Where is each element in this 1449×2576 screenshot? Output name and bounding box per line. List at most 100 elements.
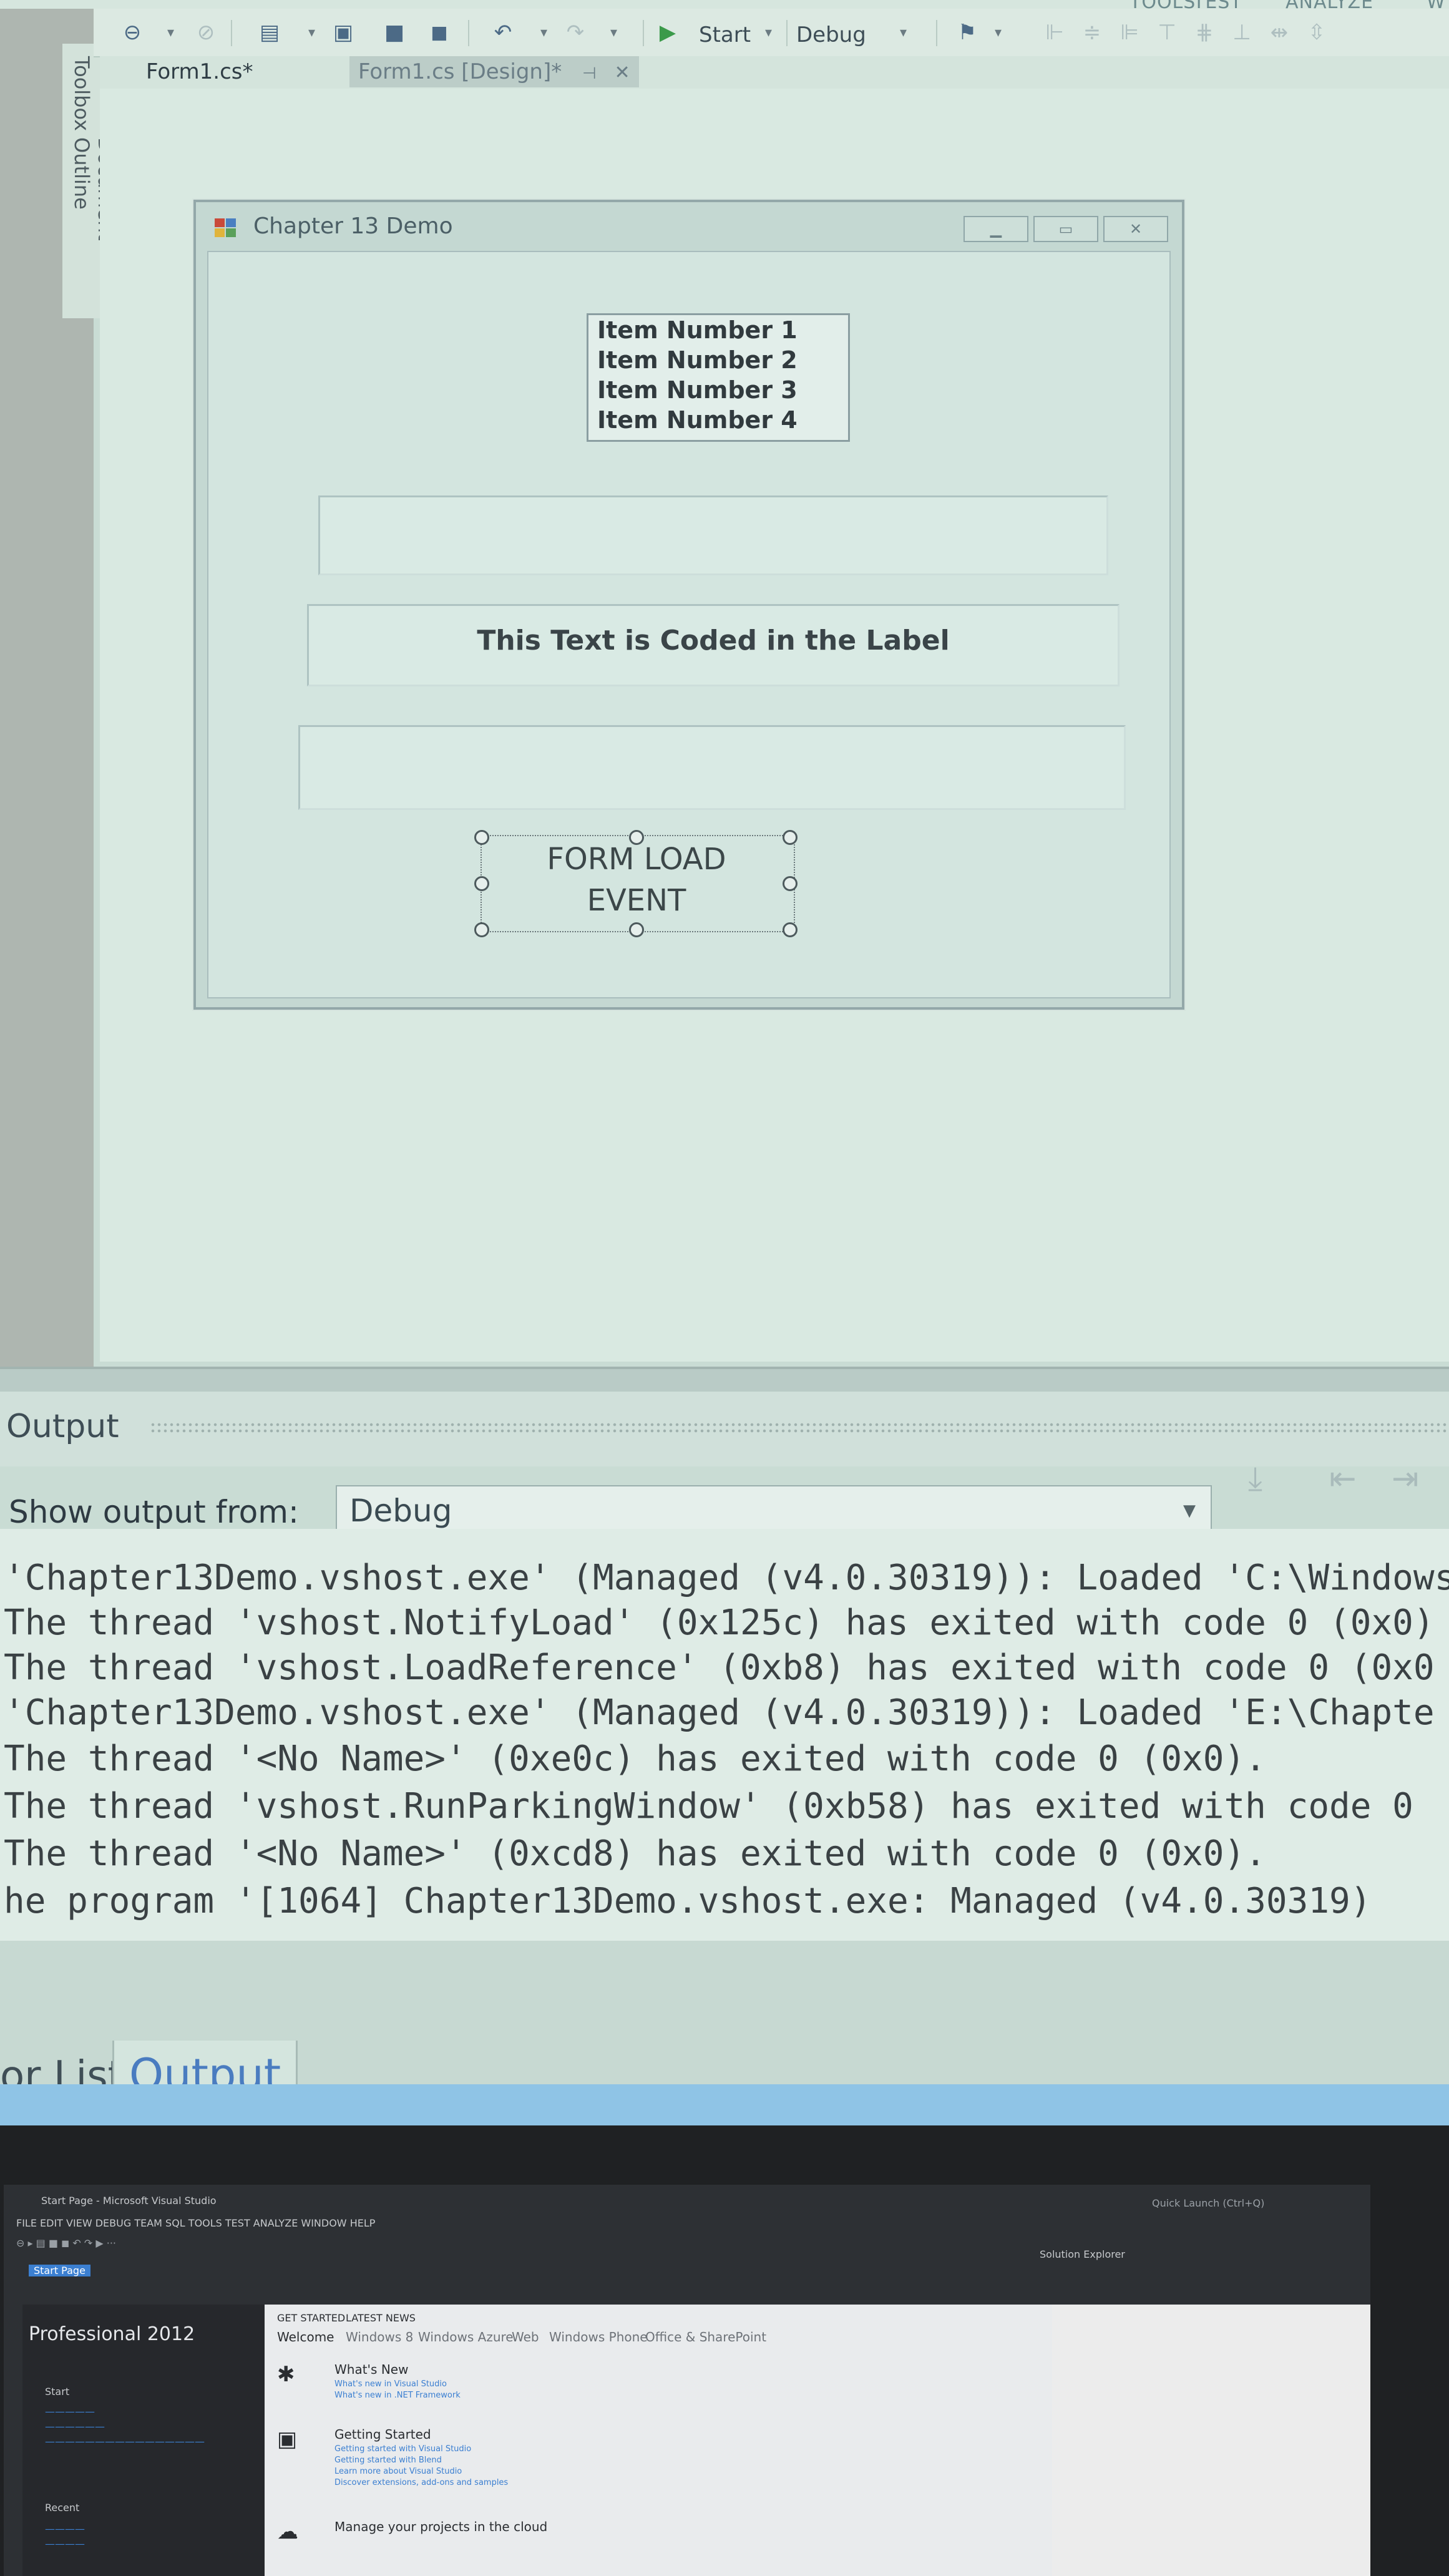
find-message-icon[interactable]: ⤓ [1248, 1460, 1262, 1498]
tab-form1-design[interactable]: Form1.cs [Design]* ⊣ ✕ [349, 56, 639, 87]
vs-getting-started-link[interactable]: Discover extensions, add-ons and samples [334, 2478, 508, 2487]
menu-bar: TOOLS TEST ANALYZE W [0, 0, 1449, 13]
vs-tab-windows-8[interactable]: Windows 8 [346, 2330, 413, 2344]
vs-tab-windows-azure[interactable]: Windows Azure [418, 2330, 514, 2344]
resize-handle-s[interactable] [629, 922, 644, 937]
start-dropdown-icon[interactable]: ▾ [765, 25, 772, 41]
back-icon[interactable]: ⊖ [120, 21, 145, 44]
vs-tab-windows-phone[interactable]: Windows Phone [549, 2330, 648, 2344]
output-line: The thread 'vshost.NotifyLoad' (0x125c) … [4, 1603, 1435, 1643]
form-client-area[interactable]: Item Number 1 Item Number 2 Item Number … [207, 251, 1171, 998]
align-bottoms-icon[interactable]: ⊥ [1229, 21, 1254, 44]
vs-getting-started-link[interactable]: Getting started with Visual Studio [334, 2444, 471, 2454]
vs-recent-item[interactable]: ———— [45, 2523, 85, 2535]
align-icon[interactable]: ⚑ [955, 21, 980, 44]
vs-get-started-link[interactable]: GET STARTED [277, 2312, 345, 2324]
vs-tab-welcome[interactable]: Welcome [277, 2330, 334, 2344]
form-window[interactable]: Chapter 13 Demo ▁ ▭ ✕ Item Number 1 Item… [193, 200, 1184, 1010]
vs-whats-new-heading: What's New [334, 2362, 409, 2377]
resize-handle-sw[interactable] [474, 922, 489, 937]
open-file-icon[interactable]: ▣ [331, 21, 356, 44]
vs-window-title: Start Page - Microsoft Visual Studio [41, 2195, 217, 2207]
config-dropdown-icon[interactable]: ▾ [900, 25, 907, 41]
tab-form1-code[interactable]: Form1.cs* [137, 56, 262, 87]
output-line: 'Chapter13Demo.vshost.exe' (Managed (v4.… [4, 1692, 1435, 1733]
toolbox-tab[interactable]: Toolbox [70, 56, 94, 131]
textbox-top[interactable] [318, 495, 1108, 575]
vs-latest-news-link[interactable]: LATEST NEWS [346, 2312, 416, 2324]
forward-icon[interactable]: ⊘ [193, 21, 218, 44]
output-line: 'Chapter13Demo.vshost.exe' (Managed (v4.… [4, 1558, 1449, 1598]
laptop-screen: Start Page - Microsoft Visual Studio Qui… [4, 2185, 1370, 2576]
tab-start-page[interactable]: Start Page [29, 2265, 90, 2276]
panel-splitter[interactable] [0, 1367, 1449, 1394]
designer-surface[interactable]: Chapter 13 Demo ▁ ▭ ✕ Item Number 1 Item… [100, 89, 1449, 1362]
vs-tab-web[interactable]: Web [512, 2330, 539, 2344]
list-item[interactable]: Item Number 1 [597, 316, 798, 344]
item-listbox[interactable]: Item Number 1 Item Number 2 Item Number … [587, 313, 850, 442]
solution-config-select[interactable]: Debug [796, 22, 866, 47]
list-item[interactable]: Item Number 4 [597, 406, 798, 434]
save-icon[interactable]: ■ [382, 21, 407, 44]
redo-dropdown-icon[interactable]: ▾ [610, 25, 617, 41]
undo-icon[interactable]: ↶ [490, 21, 515, 44]
document-tab-well: Form1.cs* Form1.cs [Design]* ⊣ ✕ [100, 56, 1449, 89]
align-centers-icon[interactable]: ≑ [1080, 21, 1105, 44]
quick-launch-input[interactable]: Quick Launch (Ctrl+Q) [1152, 2197, 1264, 2209]
vs-tab-office-sharepoint[interactable]: Office & SharePoint [645, 2330, 766, 2344]
output-text-area[interactable]: 'Chapter13Demo.vshost.exe' (Managed (v4.… [0, 1529, 1449, 1941]
start-button[interactable]: Start [699, 22, 751, 47]
vs-recent-item[interactable]: ———— [45, 2538, 85, 2550]
align-tops-icon[interactable]: ⊤ [1154, 21, 1179, 44]
vs-getting-started-link[interactable]: Learn more about Visual Studio [334, 2467, 462, 2476]
output-header: Output Show output from: Debug ▼ [0, 1392, 1449, 1536]
minimize-button[interactable]: ▁ [964, 216, 1028, 242]
form-title: Chapter 13 Demo [253, 213, 453, 239]
output-drag-grip[interactable] [150, 1422, 1449, 1435]
resize-handle-se[interactable] [783, 922, 798, 937]
vs-getting-started-link[interactable]: Getting started with Blend [334, 2456, 442, 2465]
vs-open-project-link[interactable]: —————— [45, 2421, 105, 2432]
maximize-button[interactable]: ▭ [1033, 216, 1098, 242]
clear-all-icon[interactable]: ⇤ [1329, 1460, 1357, 1498]
pin-icon[interactable]: ⊣ [582, 64, 597, 83]
form-titlebar[interactable]: Chapter 13 Demo ▁ ▭ ✕ [196, 202, 1182, 250]
undo-dropdown-icon[interactable]: ▾ [540, 25, 547, 41]
resize-handle-w[interactable] [474, 876, 489, 891]
close-icon[interactable]: ✕ [615, 62, 630, 84]
vs-whats-new-link[interactable]: What's new in Visual Studio [334, 2379, 447, 2389]
resize-handle-ne[interactable] [783, 830, 798, 845]
form-load-event-button[interactable]: FORM LOAD EVENT [474, 830, 799, 937]
resize-handle-nw[interactable] [474, 830, 489, 845]
make-same-height-icon[interactable]: ⇳ [1304, 21, 1329, 44]
make-same-width-icon[interactable]: ⇹ [1267, 21, 1292, 44]
word-wrap-icon[interactable]: ⇥ [1392, 1460, 1419, 1498]
vs-new-project-link[interactable]: ————— [45, 2406, 95, 2417]
new-project-icon[interactable]: ▤ [257, 21, 282, 44]
toolbar-overflow-icon[interactable]: ▾ [995, 25, 1002, 41]
vs-menu-bar[interactable]: FILE EDIT VIEW DEBUG TEAM SQL TOOLS TEST… [16, 2217, 375, 2229]
align-middles-icon[interactable]: ⋕ [1192, 21, 1217, 44]
start-icon[interactable]: ▶ [655, 21, 680, 44]
show-output-from-label: Show output from: [9, 1494, 299, 1530]
save-all-icon[interactable]: ◼ [427, 21, 452, 44]
vs-getting-started-icon: ▣ [277, 2427, 298, 2452]
align-lefts-icon[interactable]: ⊩ [1042, 21, 1067, 44]
textbox-bottom[interactable] [298, 725, 1126, 810]
output-title: Output [6, 1408, 119, 1445]
vs-recent-heading: Recent [45, 2502, 80, 2514]
list-item[interactable]: Item Number 3 [597, 376, 798, 404]
vs-whats-new-link[interactable]: What's new in .NET Framework [334, 2391, 461, 2400]
align-rights-icon[interactable]: ⊫ [1117, 21, 1142, 44]
close-button[interactable]: ✕ [1103, 216, 1168, 242]
list-item[interactable]: Item Number 2 [597, 346, 798, 374]
resize-handle-n[interactable] [629, 830, 644, 845]
redo-icon[interactable]: ↷ [563, 21, 588, 44]
output-line: he program '[1064] Chapter13Demo.vshost.… [4, 1881, 1372, 1921]
chevron-down-icon[interactable]: ▼ [1183, 1501, 1196, 1520]
vs-start-heading: Start [45, 2386, 70, 2398]
new-project-dropdown-icon[interactable]: ▾ [308, 25, 315, 41]
resize-handle-e[interactable] [783, 876, 798, 891]
vs-connect-tfs-link[interactable]: ———————————————— [45, 2436, 205, 2447]
back-dropdown-icon[interactable]: ▾ [167, 25, 174, 41]
